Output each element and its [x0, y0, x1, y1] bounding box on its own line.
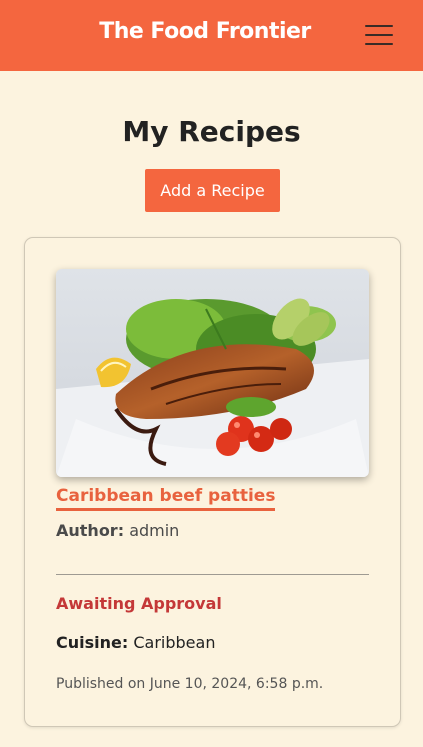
page-title: My Recipes: [122, 115, 301, 148]
recipe-image-graphic: [56, 269, 369, 477]
recipe-card: Caribbean beef patties Author: admin Awa…: [24, 237, 401, 727]
recipe-title-link[interactable]: Caribbean beef patties: [56, 486, 276, 511]
recipe-image[interactable]: [56, 269, 369, 477]
cuisine-value: Caribbean: [133, 633, 216, 652]
author-label: Author:: [56, 521, 125, 540]
brand-title[interactable]: The Food Frontier: [0, 19, 410, 44]
recipe-cuisine: Cuisine: Caribbean: [56, 633, 215, 652]
navbar: The Food Frontier: [0, 0, 423, 71]
cuisine-label: Cuisine:: [56, 633, 129, 652]
hamburger-menu-icon[interactable]: [362, 22, 396, 48]
recipe-author: Author: admin: [56, 521, 179, 540]
add-recipe-button[interactable]: Add a Recipe: [145, 169, 280, 212]
status-badge: Awaiting Approval: [56, 594, 222, 613]
divider: [56, 574, 369, 575]
published-date: Published on June 10, 2024, 6:58 p.m.: [56, 676, 324, 692]
author-value: admin: [129, 521, 180, 540]
